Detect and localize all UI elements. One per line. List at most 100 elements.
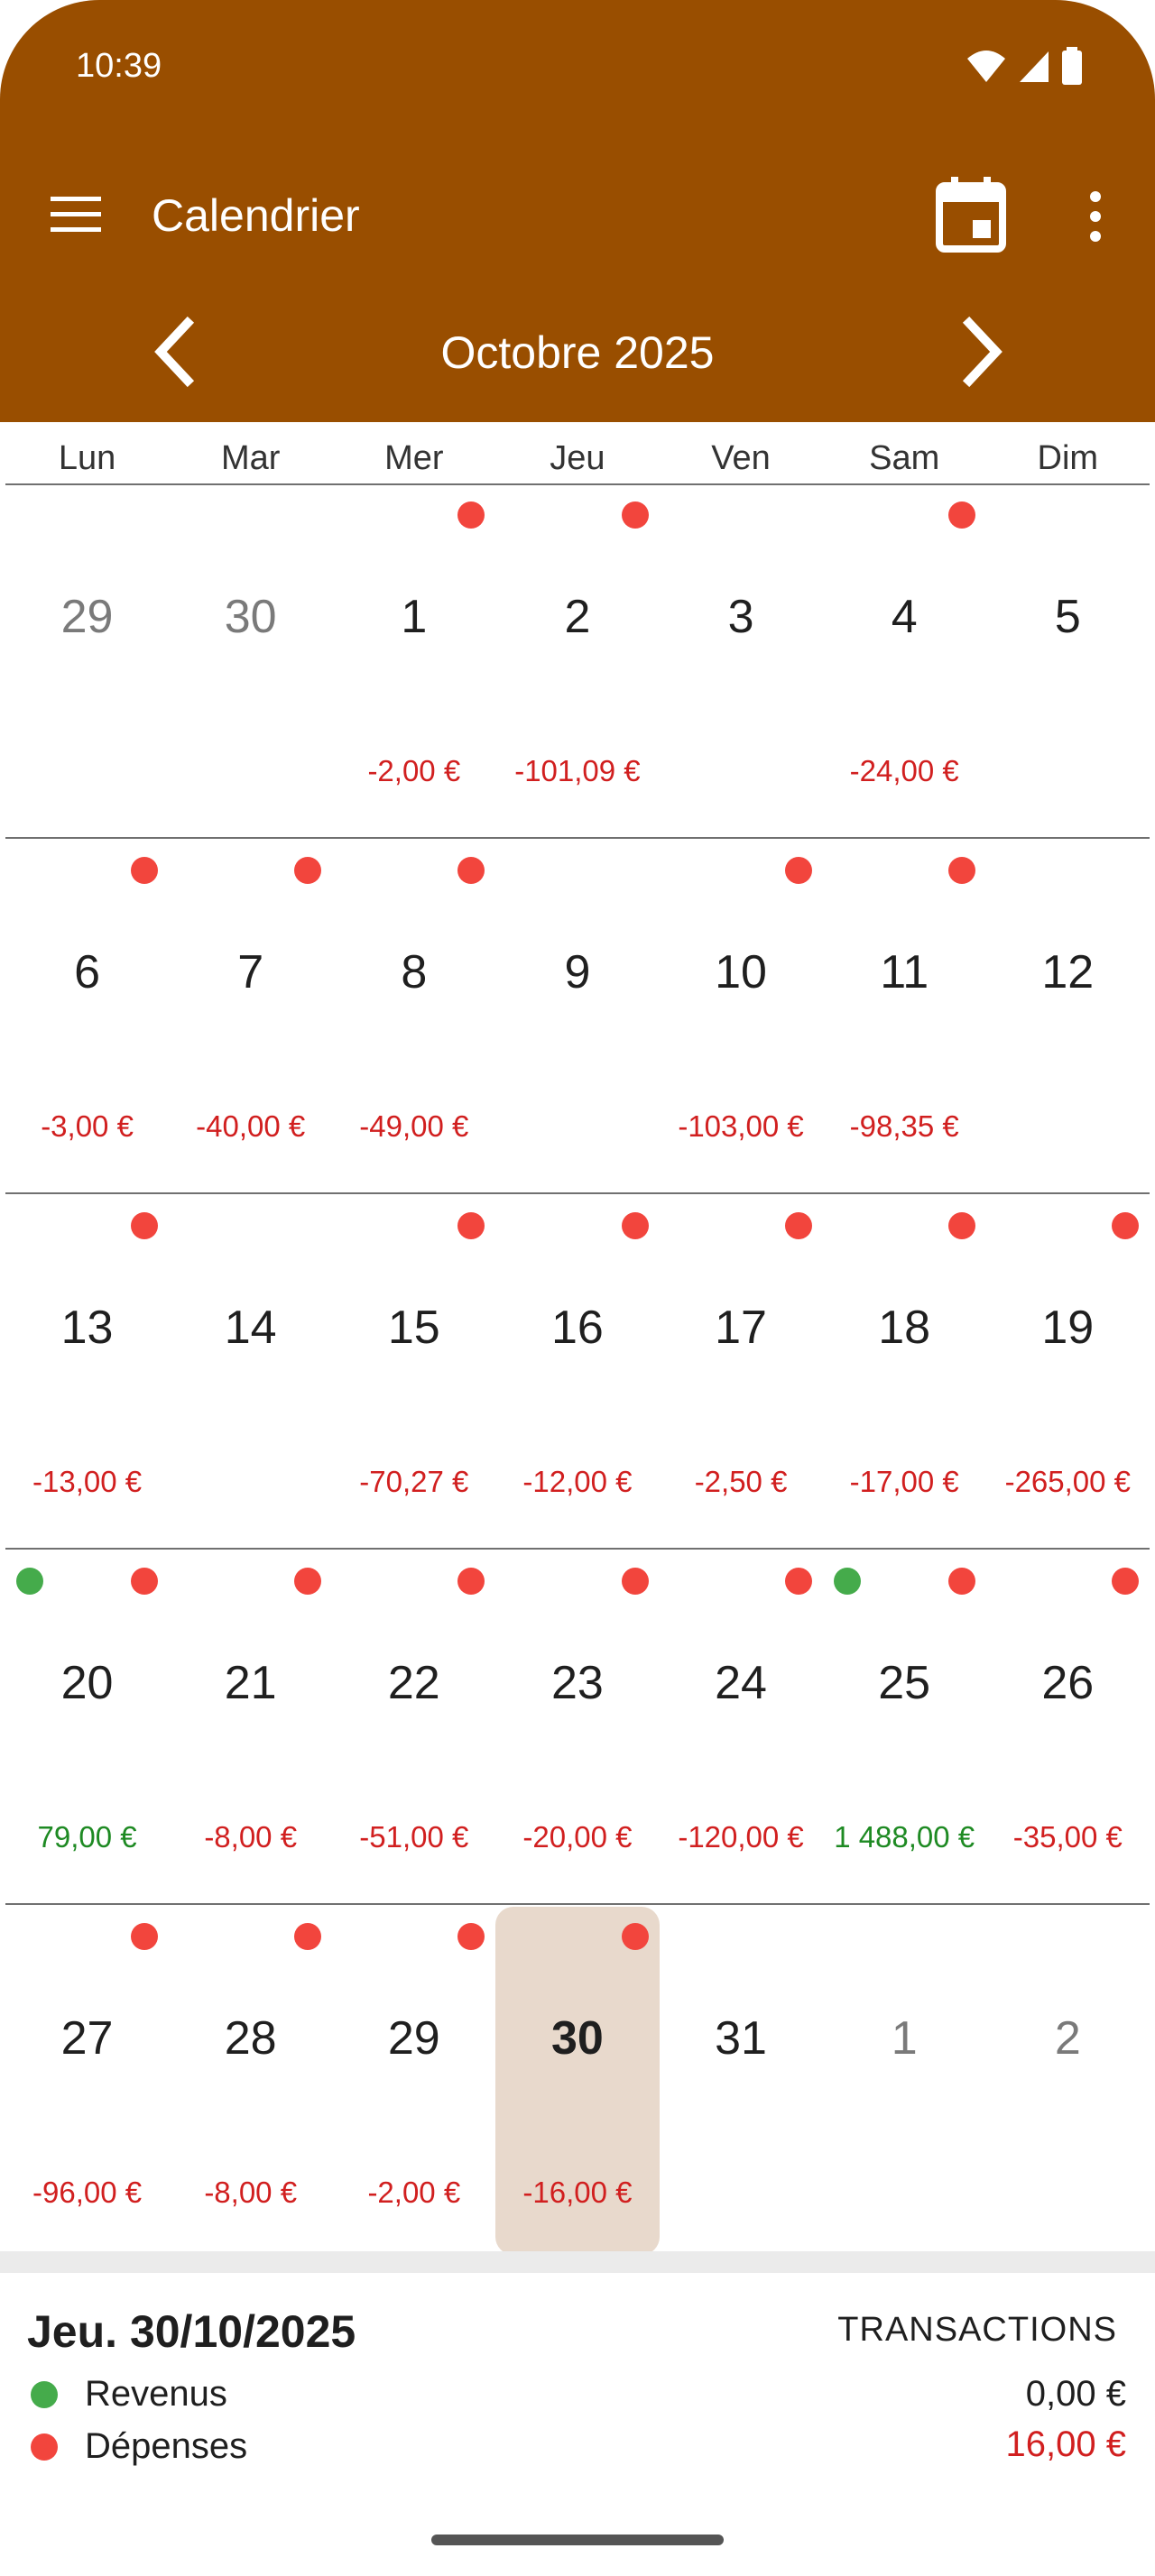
calendar-day[interactable]: 30	[169, 483, 332, 837]
day-number: 18	[878, 1302, 931, 1354]
expense-dot-icon	[1111, 1568, 1139, 1595]
calendar-day[interactable]: 22 -51,00 €	[332, 1550, 495, 1903]
day-amount: -8,00 €	[204, 1820, 298, 1854]
weekday-label: Mar	[220, 439, 281, 477]
calendar-day[interactable]: 4 -24,00 €	[823, 483, 986, 837]
selected-date: Jeu. 30/10/2025	[27, 2306, 356, 2357]
expense-dot-icon	[457, 1568, 485, 1595]
calendar-day[interactable]: 16 -12,00 €	[495, 1194, 659, 1548]
more-options-icon[interactable]	[1079, 189, 1112, 244]
day-number: 26	[1041, 1657, 1095, 1709]
income-row: Revenus	[31, 2374, 227, 2415]
calendar-day[interactable]: 5	[986, 483, 1150, 837]
calendar-day[interactable]: 15 -70,27 €	[332, 1194, 495, 1548]
calendar-day[interactable]: 1	[823, 1905, 986, 2259]
calendar-day[interactable]: 12	[986, 839, 1150, 1192]
calendar-day[interactable]: 7 -40,00 €	[169, 839, 332, 1192]
expense-dot-icon	[947, 1212, 975, 1239]
calendar-day[interactable]: 2 -101,09 €	[495, 483, 659, 837]
day-amount: -51,00 €	[359, 1820, 469, 1854]
calendar-day[interactable]: 31	[660, 1905, 823, 2259]
calendar-day[interactable]: 11 -98,35 €	[823, 839, 986, 1192]
day-number: 1	[891, 2012, 918, 2065]
calendar-day[interactable]: 17 -2,50 €	[660, 1194, 823, 1548]
income-dot-icon	[16, 1568, 43, 1595]
day-amount: -20,00 €	[522, 1820, 633, 1854]
day-number: 25	[878, 1657, 931, 1709]
day-number: 7	[237, 946, 264, 998]
calendar-day[interactable]: 24 -120,00 €	[660, 1550, 823, 1903]
calendar-week-row: 20 79,00 € 21 -8,00 € 22 -51,00 € 23 -20,00 € 24…	[5, 1550, 1150, 1905]
calendar-day[interactable]: 9	[495, 839, 659, 1192]
day-number: 23	[551, 1657, 604, 1709]
income-value: 0,00 €	[1025, 2374, 1126, 2414]
expense-dot-icon	[1111, 1212, 1139, 1239]
day-number: 14	[224, 1302, 277, 1354]
home-indicator[interactable]	[431, 2535, 724, 2545]
day-amount: -13,00 €	[32, 1465, 143, 1498]
day-number: 15	[387, 1302, 440, 1354]
menu-icon[interactable]	[49, 193, 103, 236]
next-month-icon[interactable]	[949, 316, 1012, 388]
day-amount: -70,27 €	[359, 1465, 469, 1498]
day-amount: 1 488,00 €	[834, 1820, 975, 1854]
day-number: 24	[715, 1657, 767, 1709]
expense-value: 16,00 €	[1005, 2424, 1126, 2464]
expense-dot-icon	[784, 1212, 812, 1239]
calendar-day[interactable]: 1 -2,00 €	[332, 483, 495, 837]
calendar-day[interactable]: 23 -20,00 €	[495, 1550, 659, 1903]
day-number: 13	[60, 1302, 114, 1354]
calendar-today-icon[interactable]	[935, 177, 1007, 253]
calendar-day[interactable]: 8 -49,00 €	[332, 839, 495, 1192]
income-dot-icon	[833, 1568, 861, 1595]
day-amount: -103,00 €	[678, 1109, 804, 1143]
expense-dot-icon	[784, 857, 812, 884]
weekday-label: Dim	[1037, 439, 1099, 477]
day-number: 2	[564, 591, 591, 643]
calendar-day[interactable]: 2	[986, 1905, 1150, 2259]
calendar-day[interactable]: 29	[5, 483, 169, 837]
transactions-button[interactable]: TRANSACTIONS	[837, 2311, 1117, 2350]
day-number: 5	[1054, 591, 1081, 643]
calendar-day[interactable]: 14	[169, 1194, 332, 1548]
calendar-day[interactable]: 28 -8,00 €	[169, 1905, 332, 2259]
expense-dot-icon	[131, 1212, 159, 1239]
day-amount: -101,09 €	[514, 754, 641, 787]
income-dot-icon	[31, 2380, 58, 2408]
calendar-day[interactable]: 27 -96,00 €	[5, 1905, 169, 2259]
day-amount: -35,00 €	[1012, 1820, 1123, 1854]
day-amount: -12,00 €	[522, 1465, 633, 1498]
calendar-day[interactable]: 19 -265,00 €	[986, 1194, 1150, 1548]
day-number: 22	[387, 1657, 440, 1709]
calendar-week-row: 29 30 1 -2,00 € 2 -101,09 € 3 4 -24,00 € 5	[5, 483, 1150, 839]
wifi-icon	[967, 51, 1005, 82]
day-number: 6	[74, 946, 101, 998]
day-number: 3	[727, 591, 754, 643]
expense-dot-icon	[131, 1923, 159, 1950]
calendar-day[interactable]: 21 -8,00 €	[169, 1550, 332, 1903]
day-number: 2	[1054, 2012, 1081, 2065]
day-amount: -17,00 €	[849, 1465, 959, 1498]
calendar-day[interactable]: 29 -2,00 €	[332, 1905, 495, 2259]
weekday-label: Jeu	[550, 439, 605, 477]
expense-dot-icon	[457, 1923, 485, 1950]
calendar-day[interactable]: 3	[660, 483, 823, 837]
calendar-day[interactable]: 6 -3,00 €	[5, 839, 169, 1192]
expense-dot-icon	[621, 1923, 649, 1950]
day-number: 28	[224, 2012, 277, 2065]
calendar-day[interactable]: 18 -17,00 €	[823, 1194, 986, 1548]
day-amount: -3,00 €	[41, 1109, 134, 1143]
calendar-day[interactable]: 20 79,00 €	[5, 1550, 169, 1903]
calendar-day[interactable]: 26 -35,00 €	[986, 1550, 1150, 1903]
calendar-day[interactable]: 10 -103,00 €	[660, 839, 823, 1192]
calendar-day-selected[interactable]: 30 -16,00 €	[495, 1905, 660, 2259]
app-bar: 10:39 Calendrier Octobre 2025	[0, 0, 1155, 422]
day-amount: -16,00 €	[522, 2176, 633, 2209]
expense-dot-icon	[621, 1568, 649, 1595]
day-number: 8	[401, 946, 428, 998]
calendar-day[interactable]: 25 1 488,00 €	[823, 1550, 986, 1903]
day-amount: -96,00 €	[32, 2176, 143, 2209]
calendar-day[interactable]: 13 -13,00 €	[5, 1194, 169, 1548]
expense-dot-icon	[947, 857, 975, 884]
day-number: 4	[891, 591, 918, 643]
